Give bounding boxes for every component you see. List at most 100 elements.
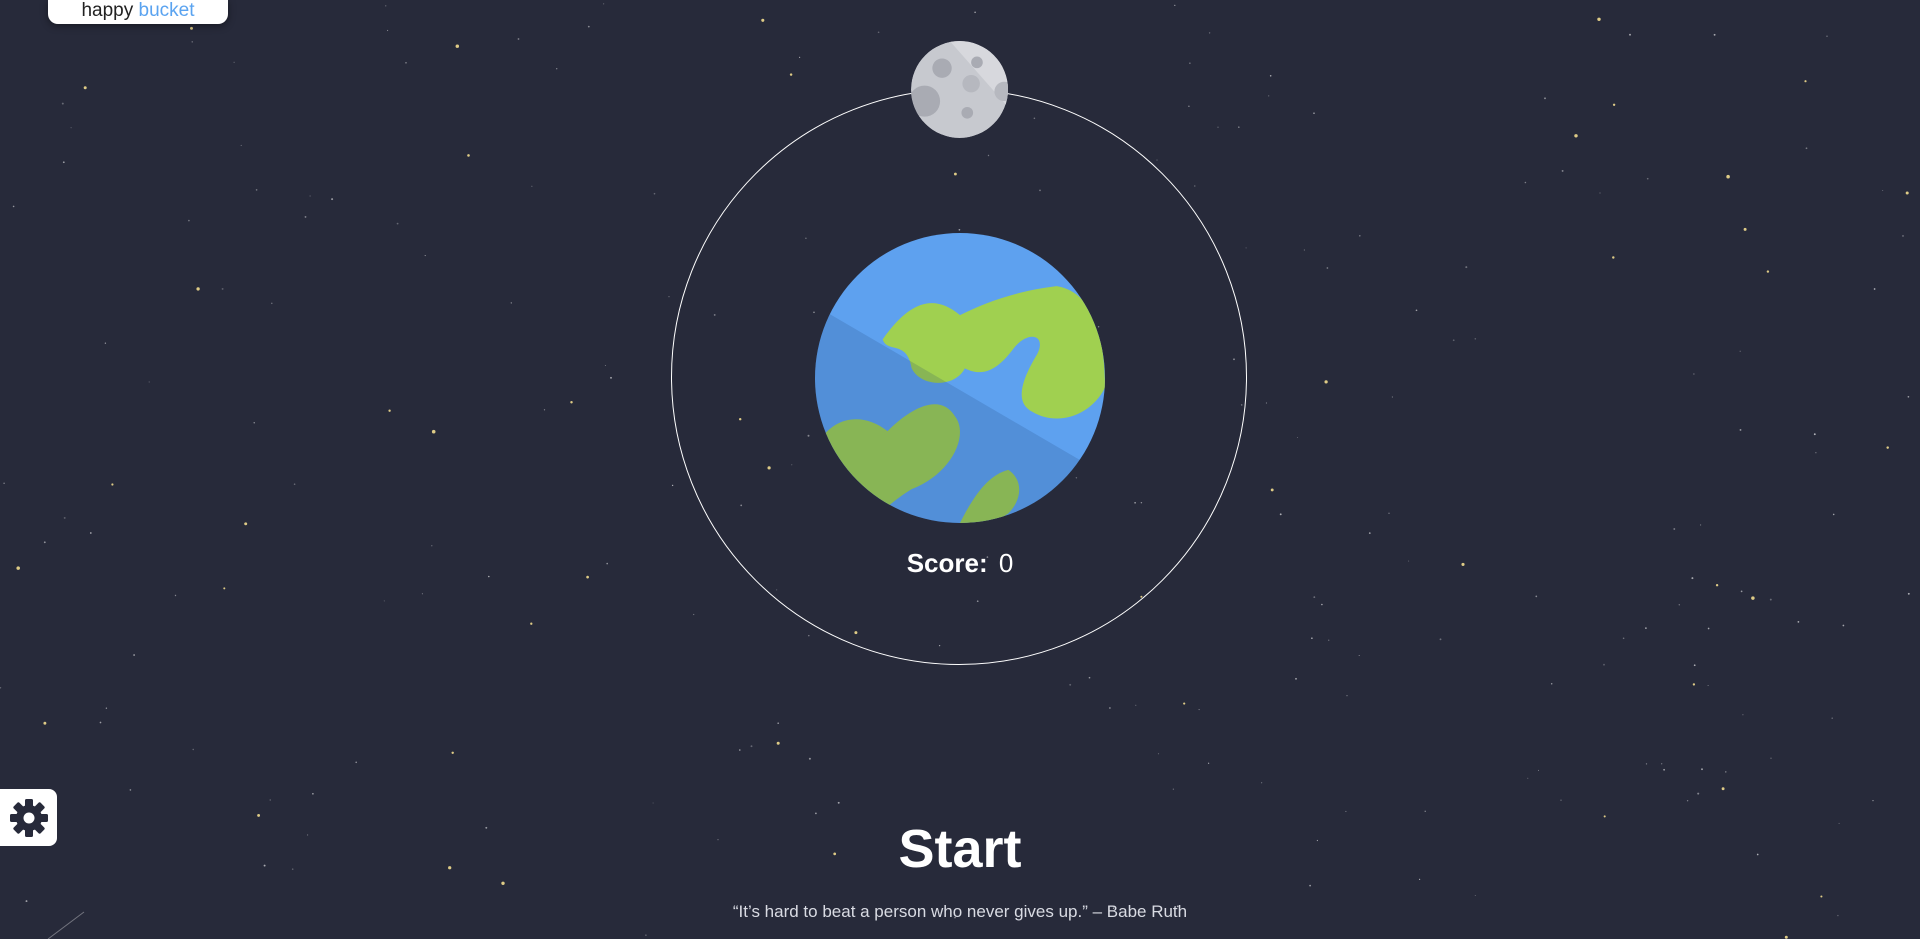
earth-icon — [815, 233, 1105, 523]
star — [1907, 592, 1910, 595]
star — [1713, 33, 1716, 36]
star — [671, 484, 674, 487]
star — [1561, 169, 1564, 172]
star — [1328, 639, 1330, 641]
star — [1465, 266, 1468, 269]
star — [3, 482, 5, 484]
star — [877, 31, 880, 34]
moon-icon — [911, 41, 1008, 138]
star — [1693, 373, 1695, 375]
star — [1726, 174, 1730, 179]
star — [148, 381, 150, 383]
star — [83, 86, 87, 90]
star — [192, 748, 194, 751]
star — [1693, 664, 1696, 667]
star — [1725, 771, 1727, 773]
star — [63, 516, 66, 519]
star — [455, 44, 460, 48]
star — [43, 721, 47, 725]
star — [1537, 769, 1540, 771]
star — [111, 483, 114, 486]
star — [1527, 777, 1529, 779]
star — [1217, 126, 1219, 128]
star — [263, 864, 266, 867]
star — [105, 707, 108, 709]
star — [233, 61, 235, 63]
star — [668, 296, 670, 298]
star — [1172, 788, 1175, 790]
star — [99, 721, 102, 724]
star — [25, 900, 28, 903]
star — [304, 215, 307, 218]
star — [451, 751, 454, 755]
happy-bucket-logo[interactable]: happy bucket — [48, 0, 228, 24]
star — [1707, 627, 1710, 630]
star — [1550, 682, 1553, 685]
star — [43, 541, 46, 544]
start-button[interactable]: Start — [810, 818, 1110, 880]
star — [1905, 191, 1909, 195]
star — [1784, 935, 1788, 939]
star — [1721, 787, 1725, 791]
star — [1826, 35, 1828, 37]
star — [61, 102, 64, 105]
star — [1088, 676, 1091, 679]
star — [717, 839, 719, 841]
score-value: 0 — [998, 548, 1014, 578]
star — [221, 287, 224, 290]
star — [1691, 577, 1694, 580]
logo-word-happy: happy — [81, 0, 134, 21]
star — [188, 219, 190, 222]
star — [1345, 810, 1347, 812]
star — [1751, 596, 1755, 600]
star — [1756, 853, 1759, 856]
star — [331, 198, 334, 201]
star — [761, 18, 765, 22]
star — [1474, 894, 1476, 897]
star — [1359, 235, 1361, 237]
star — [62, 161, 65, 164]
star — [1391, 396, 1393, 398]
star — [190, 26, 193, 30]
star — [421, 593, 423, 595]
star — [1194, 185, 1196, 187]
star — [1261, 782, 1263, 784]
star — [750, 745, 753, 748]
star — [1661, 763, 1663, 765]
score-label: Score: — [906, 548, 988, 578]
star — [1907, 395, 1910, 398]
star — [1842, 624, 1845, 627]
star — [1265, 402, 1267, 404]
star — [1692, 683, 1696, 686]
star — [1739, 350, 1741, 352]
star — [1439, 638, 1442, 641]
star — [0, 687, 2, 689]
star — [837, 801, 840, 804]
star — [1156, 159, 1158, 161]
star — [815, 812, 817, 815]
star — [1535, 595, 1538, 598]
star — [1424, 810, 1426, 812]
star — [693, 613, 695, 616]
star — [431, 545, 433, 547]
star — [1474, 338, 1477, 340]
star — [645, 934, 647, 936]
star — [510, 302, 512, 304]
star — [1313, 596, 1316, 599]
star — [1872, 800, 1874, 802]
star — [1524, 181, 1527, 184]
star — [1804, 80, 1807, 83]
settings-button[interactable] — [0, 789, 57, 846]
star — [1560, 799, 1562, 801]
star — [1838, 822, 1840, 824]
star — [1544, 97, 1546, 100]
star — [543, 409, 546, 411]
star — [1303, 249, 1306, 251]
star — [1346, 695, 1348, 697]
star — [1902, 234, 1904, 237]
star — [1742, 714, 1744, 716]
star — [388, 409, 391, 412]
star — [191, 41, 193, 43]
star — [1697, 792, 1700, 795]
star — [556, 68, 558, 70]
